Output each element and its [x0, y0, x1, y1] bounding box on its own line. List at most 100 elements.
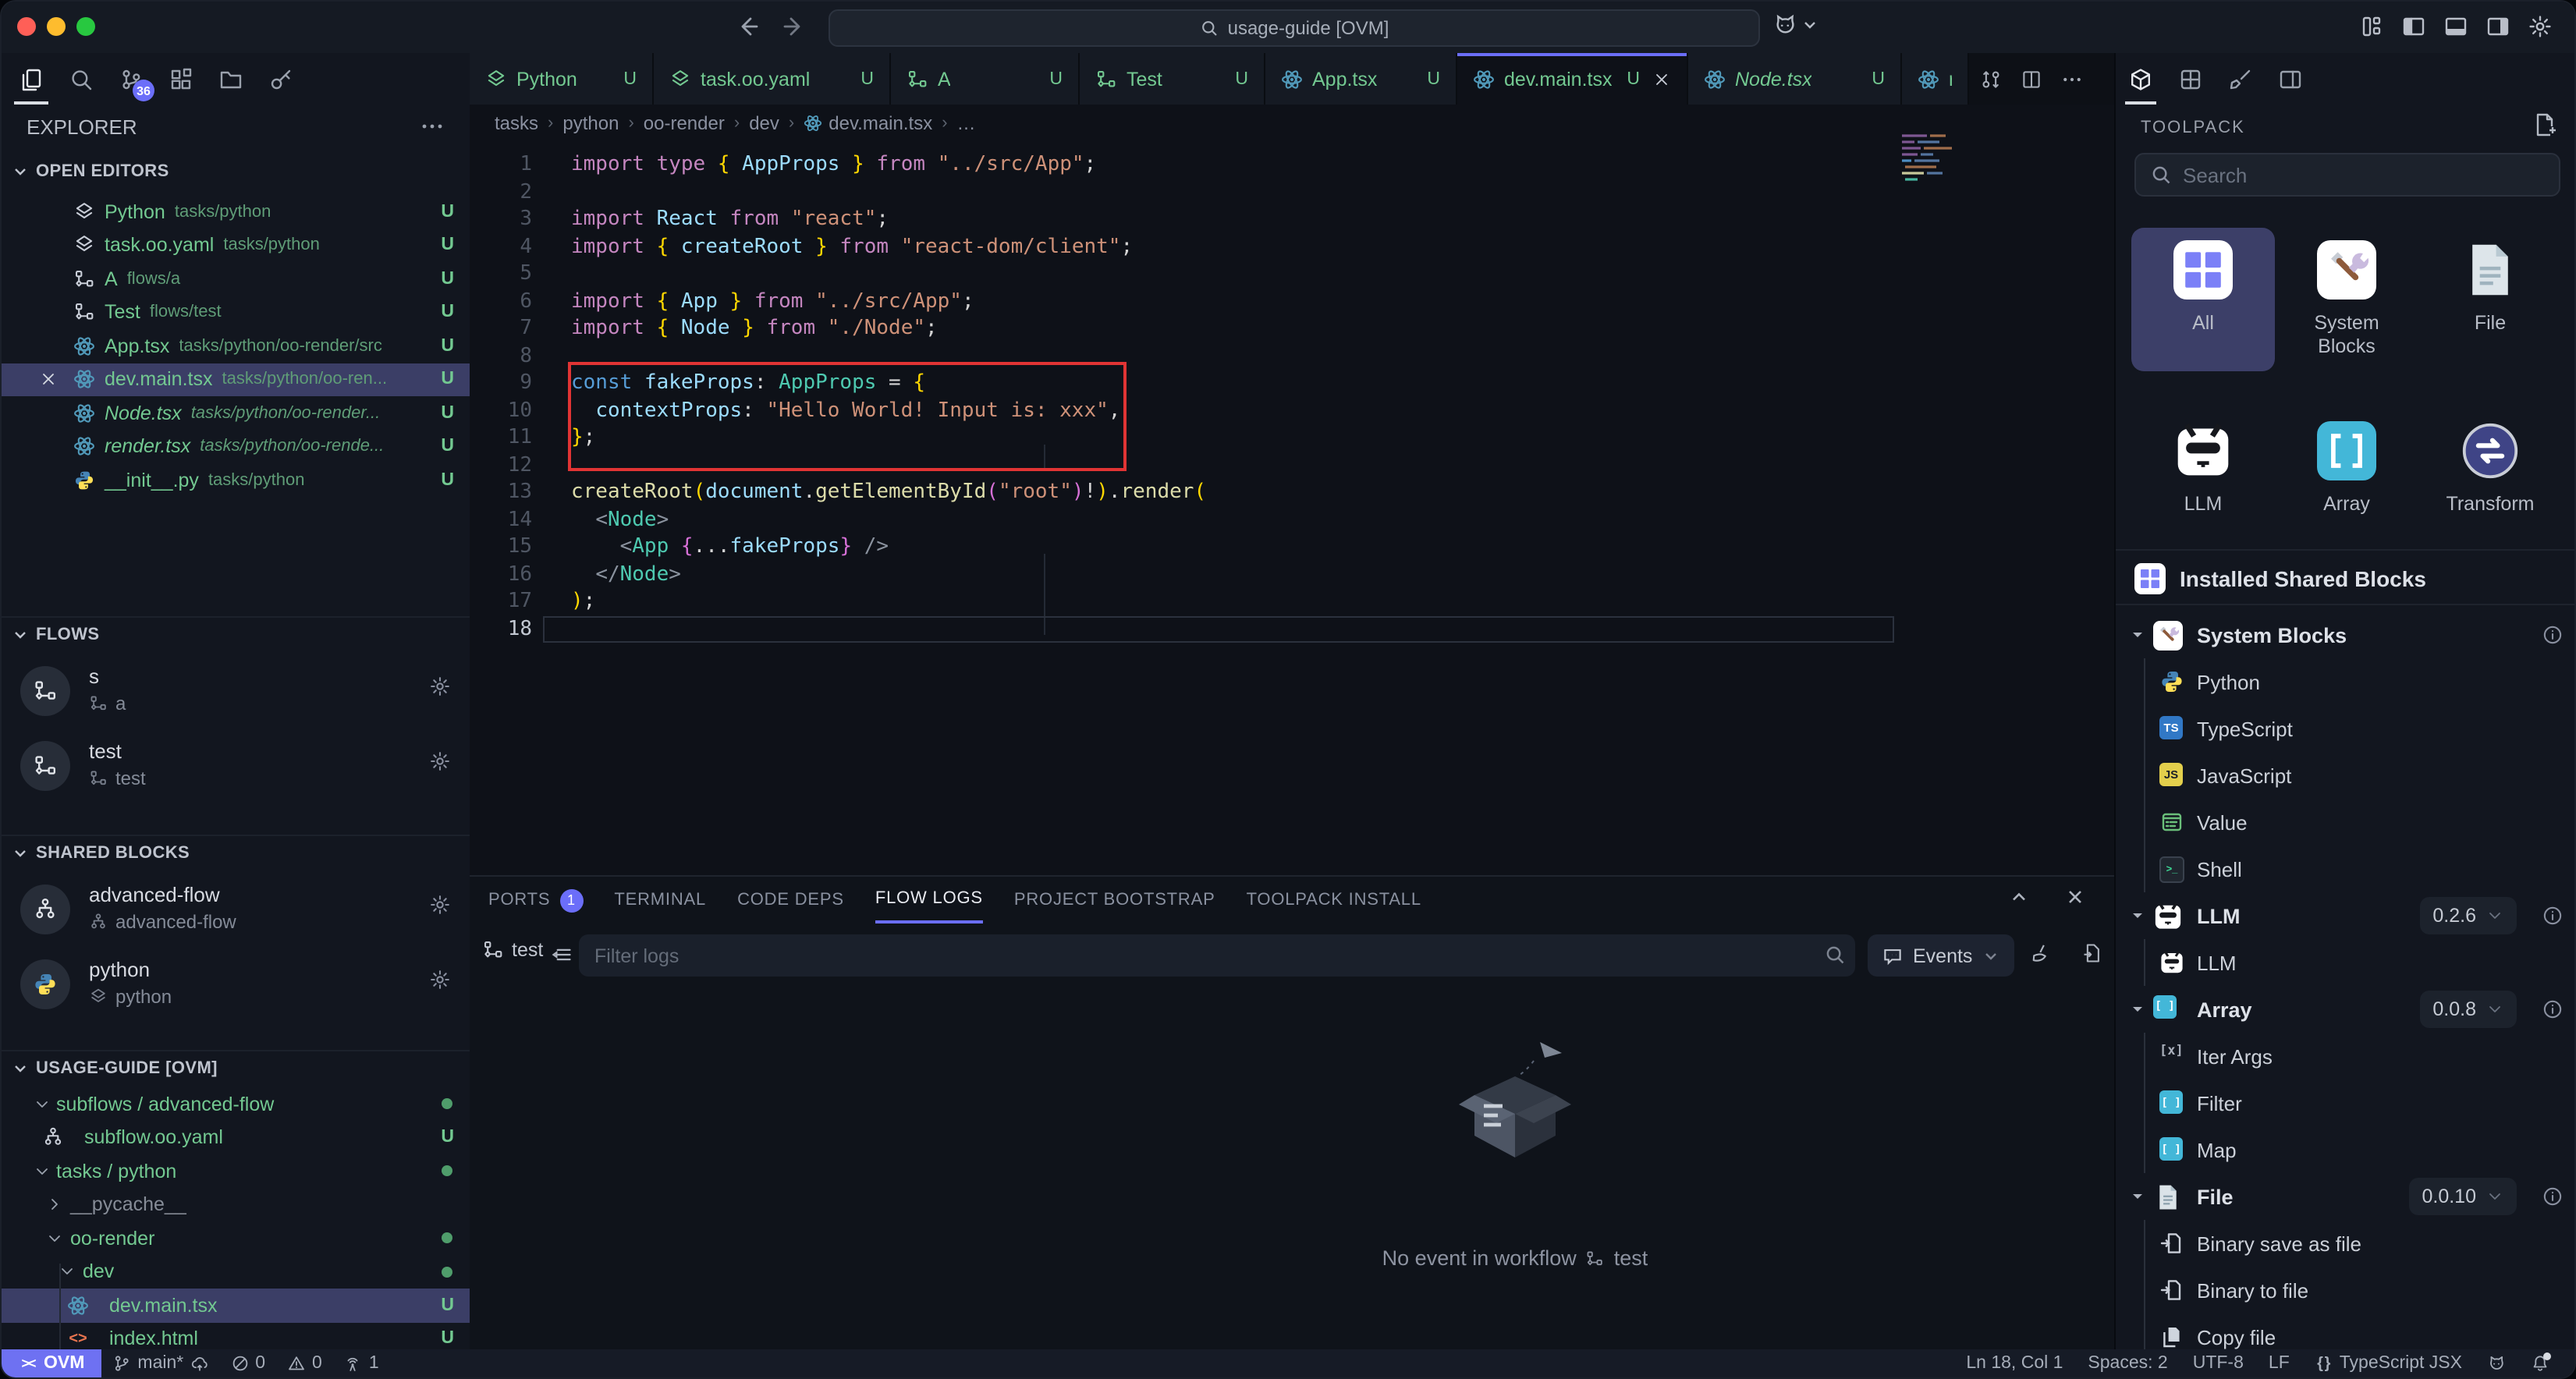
code-line-15[interactable]: 15 <App {...fakeProps} />	[470, 534, 2114, 561]
info-icon[interactable]	[2542, 624, 2564, 646]
block-item-value[interactable]: Value	[2116, 799, 2576, 845]
toolpack-tile-all[interactable]: All	[2131, 228, 2275, 371]
panel-close-icon[interactable]	[2064, 886, 2086, 908]
version-select[interactable]: 0.0.8	[2420, 991, 2517, 1028]
panel-right-icon[interactable]	[2486, 14, 2510, 39]
log-level-icon[interactable]	[551, 944, 573, 966]
group-system-blocks[interactable]: System Blocks	[2116, 612, 2576, 658]
status-ln-18-col-1[interactable]: Ln 18, Col 1	[1953, 1349, 2075, 1377]
breadcrumb-item[interactable]: oo-render	[644, 112, 725, 134]
code-line-4[interactable]: 4import { createRoot } from "react-dom/c…	[470, 233, 2114, 261]
status-1[interactable]: 1	[333, 1349, 390, 1377]
tab-A[interactable]: AU	[891, 53, 1080, 105]
panel-bottom-icon[interactable]	[2443, 14, 2468, 39]
flow-card-advanced-flow[interactable]: advanced-flowadvanced-flow	[2, 878, 470, 953]
right-panel-blocks[interactable]	[2175, 53, 2206, 105]
code-line-14[interactable]: 14 <Node>	[470, 506, 2114, 534]
filter-logs-input[interactable]	[579, 934, 1855, 977]
breadcrumb-item[interactable]: tasks	[495, 112, 538, 134]
panel-tab-flow-logs[interactable]: FLOW LOGS	[875, 877, 983, 923]
section-shared-blocks[interactable]: SHARED BLOCKS	[2, 835, 470, 869]
block-item-map[interactable]: [ ]Map	[2116, 1126, 2576, 1173]
more-actions-icon[interactable]	[420, 114, 445, 139]
diff-editor-icon[interactable]	[1980, 68, 2002, 90]
layout-grid-icon[interactable]	[2359, 14, 2384, 39]
tab-dev.main.tsx[interactable]: dev.main.tsxU	[1457, 53, 1688, 105]
open-editor-item[interactable]: __init__.pytasks/pythonU	[2, 463, 470, 497]
group-array[interactable]: [ ]Array0.0.8	[2116, 986, 2576, 1033]
status-0[interactable]: 0	[219, 1349, 276, 1377]
panel-tab-code-deps[interactable]: CODE DEPS	[737, 877, 844, 923]
code-line-11[interactable]: 11};	[470, 424, 2114, 452]
panel-tab-toolpack-install[interactable]: TOOLPACK INSTALL	[1247, 877, 1421, 923]
gear-icon[interactable]	[429, 675, 451, 697]
version-select[interactable]: 0.0.10	[2409, 1178, 2517, 1215]
panel-maximize-icon[interactable]	[2008, 886, 2030, 908]
assistant-menu[interactable]	[1772, 12, 1819, 37]
export-logs-icon[interactable]	[2081, 942, 2103, 964]
panel-tab-terminal[interactable]: TERMINAL	[614, 877, 706, 923]
tree-row-oo-render[interactable]: oo-render	[2, 1221, 470, 1255]
gear-icon[interactable]	[429, 969, 451, 991]
version-select[interactable]: 0.2.6	[2420, 897, 2517, 934]
toolpack-tile-file[interactable]: File	[2418, 228, 2562, 371]
toolpack-search-input[interactable]	[2134, 153, 2560, 197]
block-item-iter-args[interactable]: [x]Iter Args	[2116, 1033, 2576, 1079]
clear-logs-icon[interactable]	[2030, 942, 2052, 964]
status-utf-8[interactable]: UTF-8	[2180, 1349, 2256, 1377]
status-cat[interactable]	[2475, 1349, 2518, 1377]
status-main-[interactable]: main*	[101, 1349, 219, 1377]
new-toolpack-icon[interactable]	[2532, 112, 2557, 137]
code-editor[interactable]: tasks›python›oo-render›dev›dev.main.tsx›…	[470, 105, 2114, 875]
open-editor-item[interactable]: Aflows/aU	[2, 262, 470, 296]
close-icon[interactable]	[39, 370, 58, 389]
open-editor-item[interactable]: Pythontasks/pythonU	[2, 195, 470, 229]
flow-selector[interactable]: test	[482, 939, 543, 961]
toolpack-tile-llm[interactable]: LLM	[2131, 409, 2275, 529]
block-item-javascript[interactable]: JSJavaScript	[2116, 752, 2576, 799]
code-line-3[interactable]: 3import React from "react";	[470, 206, 2114, 233]
tree-row-tasks-python[interactable]: tasks / python	[2, 1154, 470, 1188]
tab-task.oo.yaml[interactable]: task.oo.yamlU	[654, 53, 891, 105]
code-line-8[interactable]: 8	[470, 342, 2114, 370]
tab-App.tsx[interactable]: App.tsxU	[1265, 53, 1457, 105]
activity-item-search[interactable]	[64, 53, 98, 105]
open-editor-item[interactable]: task.oo.yamltasks/pythonU	[2, 229, 470, 262]
code-line-13[interactable]: 13createRoot(document.getElementById("ro…	[470, 479, 2114, 506]
tab-ren[interactable]: ren	[1902, 53, 1969, 105]
events-dropdown[interactable]: Events	[1868, 934, 2014, 977]
block-item-python[interactable]: Python	[2116, 658, 2576, 705]
gear-icon[interactable]	[429, 750, 451, 772]
code-line-2[interactable]: 2	[470, 179, 2114, 206]
section-project[interactable]: USAGE-GUIDE [OVM]	[2, 1050, 470, 1084]
code-line-6[interactable]: 6import { App } from "../src/App";	[470, 288, 2114, 315]
code-line-12[interactable]: 12	[470, 452, 2114, 479]
status-lf[interactable]: LF	[2256, 1349, 2302, 1377]
panel-tab-project-bootstrap[interactable]: PROJECT BOOTSTRAP	[1014, 877, 1215, 923]
code-line-5[interactable]: 5	[470, 261, 2114, 288]
toolpack-tile-transform[interactable]: Transform	[2418, 409, 2562, 529]
open-editor-item[interactable]: render.tsxtasks/python/oo-rende...U	[2, 430, 470, 463]
open-editor-item[interactable]: Node.tsxtasks/python/oo-render...U	[2, 396, 470, 430]
tree-row-index-html[interactable]: <>index.htmlU	[2, 1322, 470, 1352]
block-item-shell[interactable]: >_Shell	[2116, 845, 2576, 892]
tab-Test[interactable]: TestU	[1080, 53, 1265, 105]
minimap[interactable]	[1899, 133, 2002, 186]
tree-row-subflow-oo-yaml[interactable]: subflow.oo.yamlU	[2, 1121, 470, 1154]
traffic-lights[interactable]	[17, 17, 95, 36]
right-panel-brush[interactable]	[2225, 53, 2256, 105]
split-editor-icon[interactable]	[2021, 68, 2042, 90]
code-line-9[interactable]: 9const fakeProps: AppProps = {	[470, 370, 2114, 397]
flow-card-python[interactable]: pythonpython	[2, 953, 470, 1028]
gear-icon[interactable]	[2528, 14, 2553, 39]
gear-icon[interactable]	[429, 894, 451, 916]
flow-card-test[interactable]: testtest	[2, 735, 470, 810]
section-open-editors[interactable]: OPEN EDITORS	[2, 154, 470, 189]
tree-row-dev[interactable]: dev	[2, 1255, 470, 1289]
status-ovm[interactable]: ><OVM	[2, 1349, 101, 1377]
activity-item-source-control[interactable]: 36	[114, 53, 148, 105]
info-icon[interactable]	[2542, 905, 2564, 927]
breadcrumb-item[interactable]: dev.main.tsx	[804, 112, 932, 134]
flow-card-s[interactable]: sa	[2, 660, 470, 735]
block-item-copy-file[interactable]: Copy file	[2116, 1313, 2576, 1352]
